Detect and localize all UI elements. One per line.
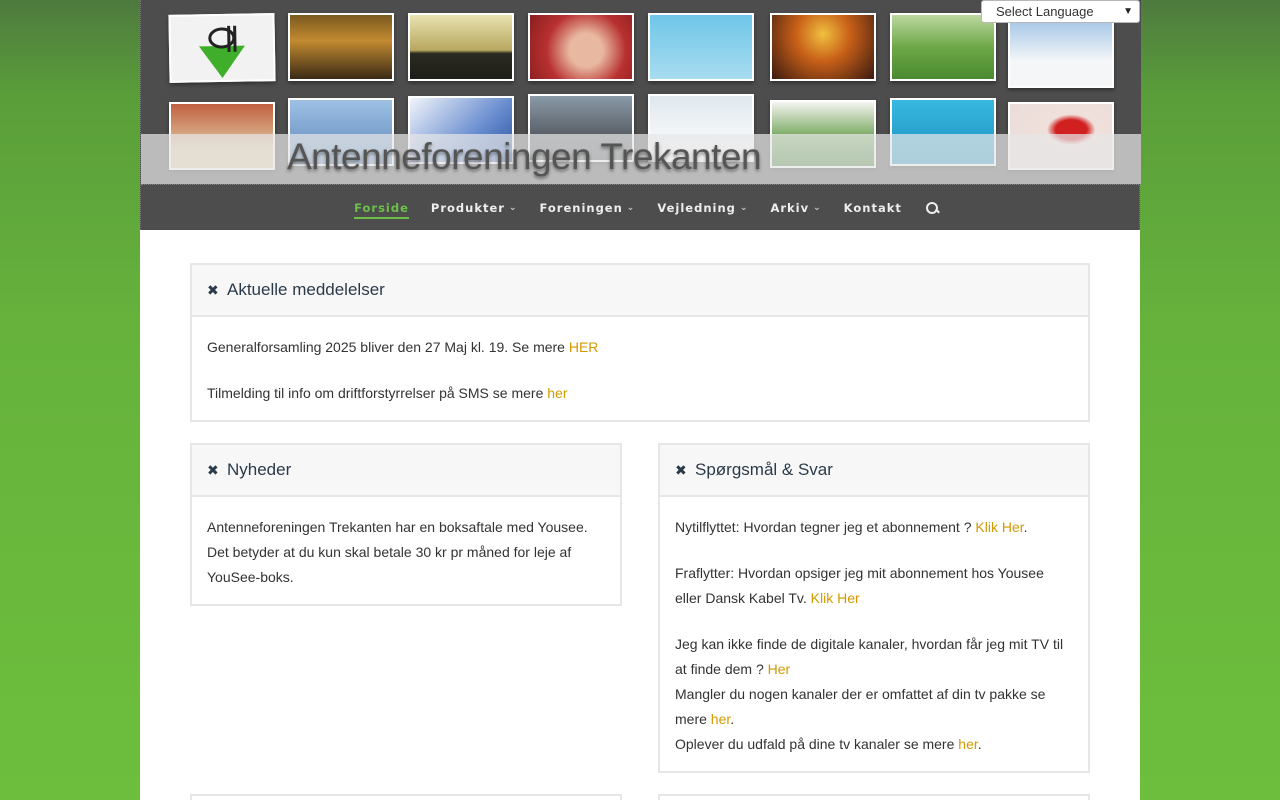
double-chevron-down-icon: ⌄ <box>626 202 636 213</box>
close-icon[interactable]: ✖ <box>207 462 219 479</box>
photo-city-skyline <box>408 13 514 81</box>
double-chevron-down-icon: ⌄ <box>508 202 518 213</box>
notice-text: Generalforsamling 2025 bliver den 27 Maj… <box>207 339 569 355</box>
language-select[interactable]: Select Language ▼ <box>981 0 1140 23</box>
nav-item-forside[interactable]: Forside <box>354 197 409 219</box>
faq-punct: . <box>730 711 735 727</box>
panel-title: Aktuelle meddelelser <box>227 280 385 299</box>
panel-header[interactable]: ✖ Aktuelle meddelelser <box>192 265 1088 317</box>
panel-title: Nyheder <box>227 460 292 479</box>
faq-punct: . <box>1023 519 1028 535</box>
faq-punct: . <box>977 736 982 752</box>
panel-header[interactable]: ✖ Nyheder <box>192 445 620 497</box>
nav-item-label: Foreningen <box>539 200 623 215</box>
nav-item-produkter[interactable]: Produkter ⌄ <box>431 197 518 219</box>
panel-body: Antenneforeningen Trekanten har en boksa… <box>192 497 620 600</box>
double-chevron-down-icon: ⌄ <box>739 202 749 213</box>
nav-item-label: Vejledning <box>657 200 736 215</box>
panel-header[interactable]: ✖ Spørgsmål & Svar <box>660 445 1088 497</box>
faq-link-her[interactable]: her <box>711 711 730 727</box>
panel-bottom-left <box>190 794 622 800</box>
search-icon[interactable] <box>925 201 939 215</box>
panel-body: Generalforsamling 2025 bliver den 27 Maj… <box>192 317 1088 416</box>
panel-title: Spørgsmål & Svar <box>695 460 833 479</box>
faq-link-klik-her[interactable]: Klik Her <box>975 519 1023 535</box>
language-select-value: Select Language <box>996 4 1094 19</box>
nav-item-label: Kontakt <box>843 200 902 215</box>
site-header: Antenneforeningen Trekanten Forside Prod… <box>140 0 1141 230</box>
panel-nyheder: ✖ Nyheder Antenneforeningen Trekanten ha… <box>190 443 622 606</box>
faq-text: Jeg kan ikke finde de digitale kanaler, … <box>675 636 1064 677</box>
faq-link-klik-her[interactable]: Klik Her <box>811 590 860 606</box>
close-icon[interactable]: ✖ <box>675 462 687 479</box>
news-text: Antenneforeningen Trekanten har en boksa… <box>207 519 588 585</box>
panel-faq: ✖ Spørgsmål & Svar Nytilflyttet: Hvordan… <box>658 443 1090 773</box>
panel-body: Nytilflyttet: Hvordan tegner jeg et abon… <box>660 497 1088 767</box>
double-chevron-down-icon: ⌄ <box>813 202 822 213</box>
nav-item-foreningen[interactable]: Foreningen ⌄ <box>540 197 636 219</box>
notice-link-her[interactable]: HER <box>569 339 599 355</box>
nav-item-label: Forside <box>354 200 409 215</box>
close-icon[interactable]: ✖ <box>207 282 219 299</box>
photo-concert <box>288 13 394 81</box>
faq-text: Nytilflyttet: Hvordan tegner jeg et abon… <box>675 519 976 535</box>
nav-item-label: Produkter <box>430 200 505 215</box>
faq-link-her[interactable]: her <box>958 736 977 752</box>
logo-tile[interactable] <box>168 13 276 83</box>
nav-item-arkiv[interactable]: Arkiv ⌄ <box>770 197 821 219</box>
faq-text: Oplever du udfald på dine tv kanaler se … <box>675 736 959 752</box>
chevron-down-icon: ▼ <box>1123 6 1133 17</box>
site-container: Antenneforeningen Trekanten Forside Prod… <box>140 0 1141 800</box>
nav-item-kontakt[interactable]: Kontakt <box>844 197 902 219</box>
nav-item-label: Arkiv <box>770 200 810 215</box>
main-nav: Forside Produkter ⌄ Foreningen ⌄ Vejledn… <box>141 184 1141 230</box>
site-title[interactable]: Antenneforeningen Trekanten <box>287 136 762 178</box>
notice-text: Tilmelding til info om driftforstyrrelse… <box>207 385 548 401</box>
photo-bird-sky <box>648 13 754 81</box>
photo-smiling-woman <box>528 13 634 81</box>
faq-link-her[interactable]: Her <box>768 661 791 677</box>
antenna-logo-icon <box>198 25 245 78</box>
nav-item-vejledning[interactable]: Vejledning ⌄ <box>657 197 748 219</box>
panel-bottom-right <box>658 794 1090 800</box>
photo-crowd-lights <box>770 13 876 81</box>
sms-link-her[interactable]: her <box>547 385 567 401</box>
photo-snow-jump <box>1008 20 1114 88</box>
photo-green-field <box>890 13 996 81</box>
panel-aktuelle-meddelelser: ✖ Aktuelle meddelelser Generalforsamling… <box>190 263 1090 422</box>
